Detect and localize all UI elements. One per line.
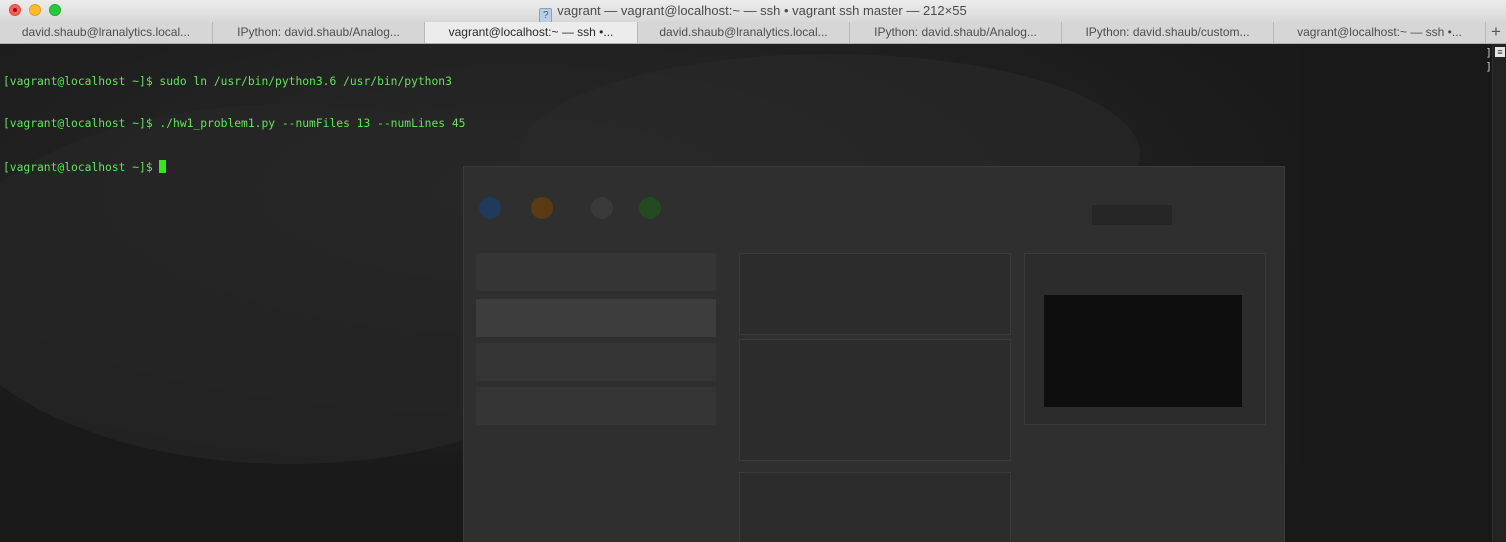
background-window (463, 166, 1285, 542)
terminal-prompt: [vagrant@localhost ~]$ (3, 161, 160, 175)
mark-indicator: ] (1485, 46, 1492, 59)
background-shape (476, 387, 716, 425)
background-icon (639, 197, 661, 219)
terminal-output: [vagrant@localhost ~]$ sudo ln /usr/bin/… (3, 46, 466, 203)
tab-vagrant-ssh-active[interactable]: vagrant@localhost:~ — ssh •... (425, 22, 638, 43)
tab-ipython-analog-2[interactable]: IPython: david.shaub/Analog... (850, 22, 1062, 43)
background-shape (476, 253, 716, 291)
background-shape (476, 299, 716, 337)
background-shape (739, 339, 1011, 461)
tab-vagrant-ssh-2[interactable]: vagrant@localhost:~ — ssh •... (1274, 22, 1486, 43)
background-icon (531, 197, 553, 219)
title-bar: ? vagrant — vagrant@localhost:~ — ssh • v… (0, 0, 1506, 23)
window-title: ? vagrant — vagrant@localhost:~ — ssh • v… (0, 3, 1506, 23)
new-tab-button[interactable]: + (1486, 22, 1506, 43)
terminal-view[interactable]: [vagrant@localhost ~]$ sudo ln /usr/bin/… (0, 44, 1506, 542)
tab-ipython-analog-1[interactable]: IPython: david.shaub/Analog... (213, 22, 425, 43)
terminal-line: [vagrant@localhost ~]$ sudo ln /usr/bin/… (3, 74, 452, 88)
tab-bar: david.shaub@lranalytics.local... IPython… (0, 22, 1506, 44)
tab-lranalytics-2[interactable]: david.shaub@lranalytics.local... (638, 22, 850, 43)
tab-lranalytics-1[interactable]: david.shaub@lranalytics.local... (0, 22, 213, 43)
scroll-menu-icon[interactable]: ≡ (1495, 47, 1505, 57)
terminal-prompt-line: [vagrant@localhost ~]$ (3, 160, 466, 174)
background-shape (739, 472, 1011, 542)
background-shape (1044, 295, 1242, 407)
question-doc-icon: ? (539, 8, 553, 23)
tab-ipython-custom[interactable]: IPython: david.shaub/custom... (1062, 22, 1274, 43)
background-shape (476, 343, 716, 381)
mark-indicator: ] (1485, 60, 1492, 73)
text-cursor (159, 160, 167, 174)
background-shape (1092, 205, 1172, 225)
background-icon (479, 197, 501, 219)
background-shape (739, 253, 1011, 335)
terminal-line: [vagrant@localhost ~]$ ./hw1_problem1.py… (3, 117, 466, 131)
background-icon (591, 197, 613, 219)
window-title-text: vagrant — vagrant@localhost:~ — ssh • va… (557, 3, 967, 18)
terminal-scrollbar[interactable]: ≡ (1492, 44, 1506, 542)
